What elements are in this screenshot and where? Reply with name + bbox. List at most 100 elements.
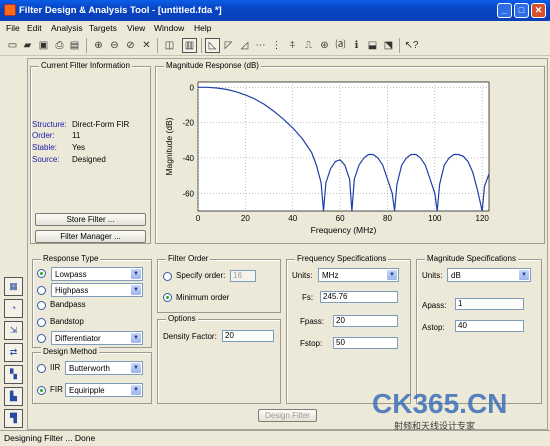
menu-window[interactable]: Window (154, 23, 184, 33)
y-tick-label: -60 (182, 189, 194, 198)
specify-order-input[interactable]: 16 (230, 270, 256, 282)
menu-analysis[interactable]: Analysis (51, 23, 83, 33)
store-filter-button[interactable]: Store Filter ... (35, 213, 146, 226)
zoom-x-icon[interactable]: ⊘ (123, 38, 138, 53)
x-axis-label: Frequency (MHz) (311, 225, 377, 235)
stable-value: Yes (72, 143, 86, 152)
mag-phase-icon[interactable]: ◿ (237, 38, 252, 53)
chevron-down-icon: ▼ (519, 270, 529, 280)
status-bar: Designing Filter ... Done (0, 430, 550, 446)
title-bar: Filter Design & Analysis Tool - [untitle… (0, 0, 550, 21)
menu-edit[interactable]: Edit (27, 23, 42, 33)
y-axis-label: Magnitude (dB) (164, 117, 174, 175)
structure-value: Direct-Form FIR (72, 120, 130, 129)
fir-label: FIR (50, 385, 63, 394)
x-tick-label: 80 (383, 214, 392, 223)
lowpass-label: Lowpass (55, 270, 87, 279)
group-delay-icon[interactable]: ⋯ (253, 38, 268, 53)
fir-radio[interactable] (37, 386, 46, 395)
coefficients-icon[interactable]: ⒜ (333, 38, 348, 53)
chevron-down-icon: ▼ (131, 269, 141, 279)
fs-input[interactable]: 245.76 (320, 291, 398, 303)
round-off-icon[interactable]: ⬓ (365, 38, 380, 53)
astop-input[interactable]: 40 (455, 320, 524, 332)
filter-specs-icon[interactable]: ▥ (182, 38, 197, 53)
watermark-main: CK365.CN (372, 388, 508, 419)
mag-units-value: dB (451, 271, 461, 280)
print-icon[interactable]: ⎙ (52, 38, 67, 53)
fir-method-combo[interactable]: Equiripple ▼ (65, 383, 143, 397)
filter-manager-button[interactable]: Filter Manager ... (35, 230, 146, 243)
bandpass-radio[interactable] (37, 301, 46, 310)
design-filter-icon[interactable]: ▦ (4, 277, 23, 296)
magnitude-response-chart: 0 20 40 60 80 100 120 0 -20 -40 -60 Frequency (MHz)… (164, 81, 490, 235)
fstop-input[interactable]: 50 (333, 337, 398, 349)
pole-zero-icon[interactable]: ⊛ (317, 38, 332, 53)
highpass-radio[interactable] (37, 286, 46, 295)
differentiator-radio[interactable] (37, 334, 46, 343)
structure-label: Structure: (32, 120, 67, 129)
filter-order-panel: Filter Order Specify order: 16 Minimum o… (157, 254, 281, 313)
import-filter-icon[interactable]: ⇲ (4, 321, 23, 340)
x-tick-label: 60 (336, 214, 345, 223)
pole-zero-editor-icon[interactable]: ◔ (4, 299, 23, 318)
phase-delay-icon[interactable]: ⋮ (269, 38, 284, 53)
print-preview-icon[interactable]: ▤ (67, 38, 82, 53)
quantize-filter-icon[interactable]: ▚ (4, 365, 23, 384)
iir-radio[interactable] (37, 364, 46, 373)
stable-label: Stable: (32, 143, 57, 152)
new-fig-icon[interactable]: ◫ (162, 38, 177, 53)
minimum-order-radio[interactable] (163, 293, 172, 302)
current-filter-title: Current Filter Information (39, 61, 132, 70)
chevron-down-icon: ▼ (387, 270, 397, 280)
chevron-down-icon: ▼ (131, 285, 141, 295)
freq-units-label: Units: (292, 271, 313, 280)
apass-input[interactable]: 1 (455, 298, 524, 310)
minimize-button[interactable]: _ (497, 3, 512, 18)
specify-order-label: Specify order: (176, 271, 226, 280)
menu-file[interactable]: File (6, 23, 20, 33)
zoom-in-icon[interactable]: ⊕ (91, 38, 106, 53)
step-icon[interactable]: ⎍ (301, 38, 316, 53)
realize-model-icon[interactable]: ▙ (4, 387, 23, 406)
highpass-combo[interactable]: Highpass ▼ (51, 283, 143, 297)
y-tick-label: -20 (182, 119, 194, 128)
density-factor-input[interactable]: 20 (222, 330, 274, 342)
mag-units-combo[interactable]: dB ▼ (447, 268, 531, 282)
zoom-out-icon[interactable]: ⊖ (107, 38, 122, 53)
whats-this-icon[interactable]: ↖? (404, 38, 419, 53)
open-icon[interactable]: ▰ (20, 38, 35, 53)
order-value: 11 (72, 131, 81, 140)
multirate-icon[interactable]: ▜ (4, 409, 23, 428)
impulse-icon[interactable]: ⍏ (285, 38, 300, 53)
transform-filter-icon[interactable]: ⇄ (4, 343, 23, 362)
phase-icon[interactable]: ◸ (221, 38, 236, 53)
source-label: Source: (32, 155, 60, 164)
menu-view[interactable]: View (127, 23, 145, 33)
fstop-label: Fstop: (300, 339, 323, 348)
highpass-label: Highpass (55, 286, 89, 295)
new-icon[interactable]: ▭ (5, 38, 20, 53)
save-icon[interactable]: ▣ (36, 38, 51, 53)
x-tick-label: 120 (476, 214, 490, 223)
iir-method-combo[interactable]: Butterworth ▼ (65, 361, 143, 375)
info-icon[interactable]: ℹ (349, 38, 364, 53)
plot-area (197, 81, 490, 212)
close-button[interactable]: ✕ (531, 3, 546, 18)
maximize-button[interactable]: □ (514, 3, 529, 18)
lowpass-combo[interactable]: Lowpass ▼ (51, 267, 143, 281)
freq-units-combo[interactable]: MHz ▼ (318, 268, 399, 282)
freq-units-value: MHz (322, 271, 339, 280)
response-type-panel: Response Type Lowpass ▼ Highpass ▼ Bandpas… (32, 254, 152, 348)
magnitude-icon[interactable]: ◺ (205, 38, 220, 53)
lowpass-radio[interactable] (37, 269, 46, 278)
specify-order-radio[interactable] (163, 272, 172, 281)
menu-targets[interactable]: Targets (89, 23, 117, 33)
differentiator-combo[interactable]: Differentiator ▼ (51, 331, 143, 345)
design-filter-button[interactable]: Design Filter (258, 409, 317, 422)
fpass-input[interactable]: 20 (333, 315, 398, 327)
menu-help[interactable]: Help (194, 23, 211, 33)
full-view-icon[interactable]: ✕ (139, 38, 154, 53)
bandstop-radio[interactable] (37, 318, 46, 327)
export-icon[interactable]: ⬔ (381, 38, 396, 53)
